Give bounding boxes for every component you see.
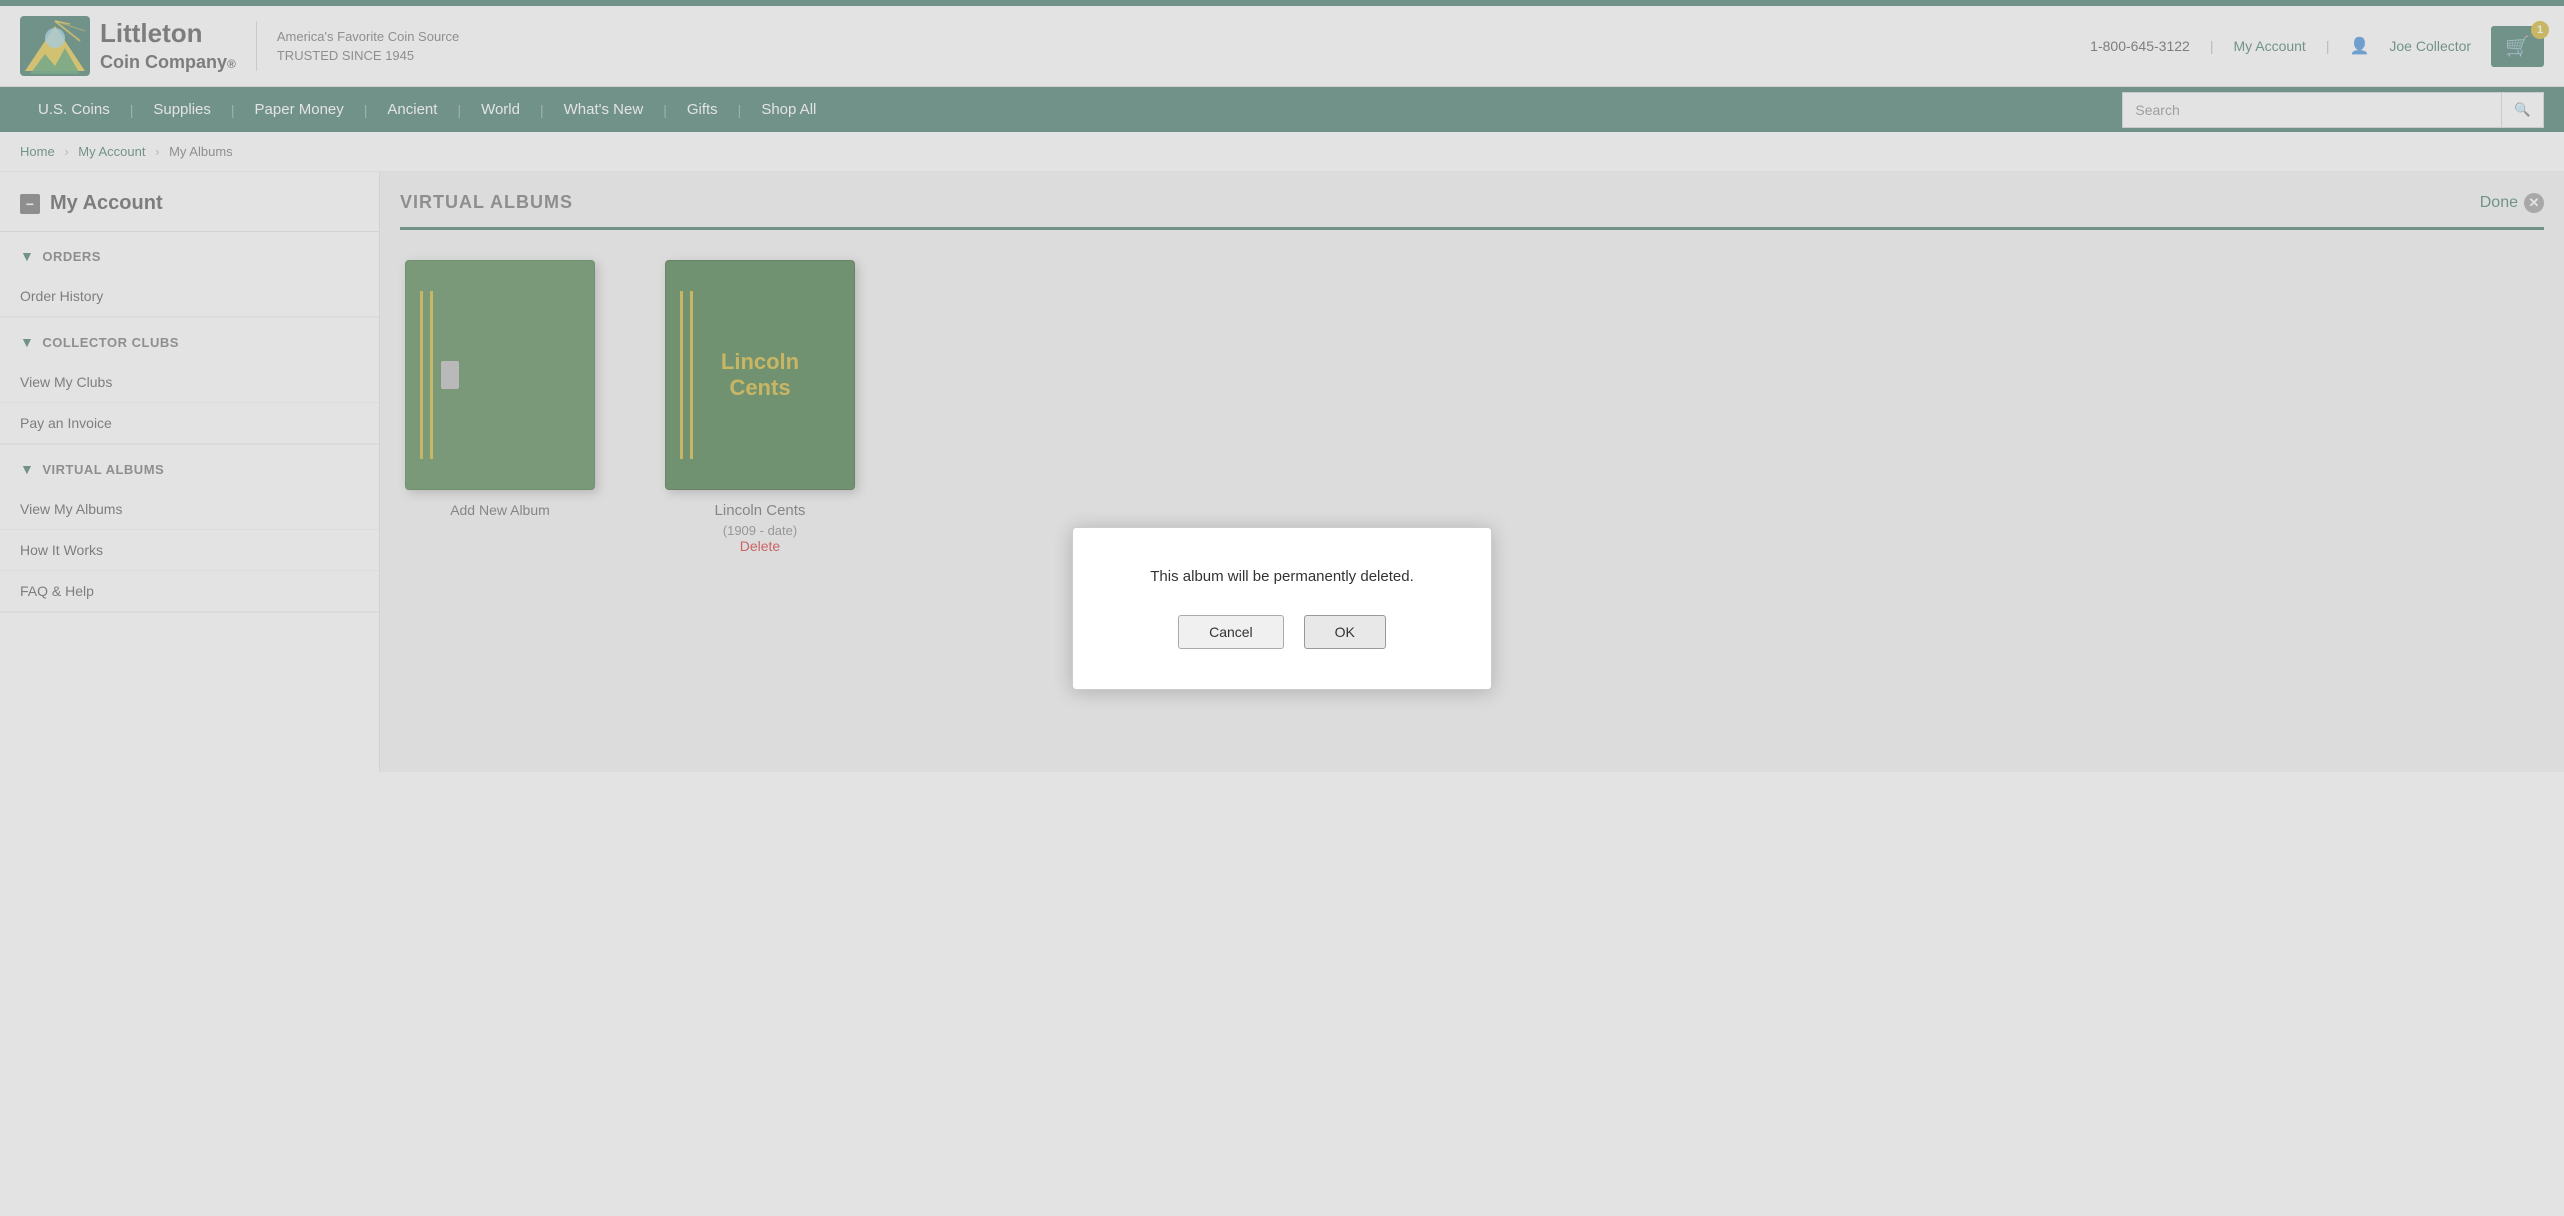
modal-cancel-button[interactable]: Cancel bbox=[1178, 615, 1284, 649]
modal-buttons: Cancel OK bbox=[1133, 615, 1431, 649]
modal-message: This album will be permanently deleted. bbox=[1133, 568, 1431, 585]
modal-ok-button[interactable]: OK bbox=[1304, 615, 1386, 649]
content-area: VIRTUAL ALBUMS Done ✕ Add New Album Linc… bbox=[380, 172, 2564, 772]
main-layout: − My Account ▼ ORDERS Order History ▼ CO… bbox=[0, 172, 2564, 772]
modal-box: This album will be permanently deleted. … bbox=[1072, 527, 1492, 690]
modal-overlay: This album will be permanently deleted. … bbox=[0, 0, 2564, 1216]
